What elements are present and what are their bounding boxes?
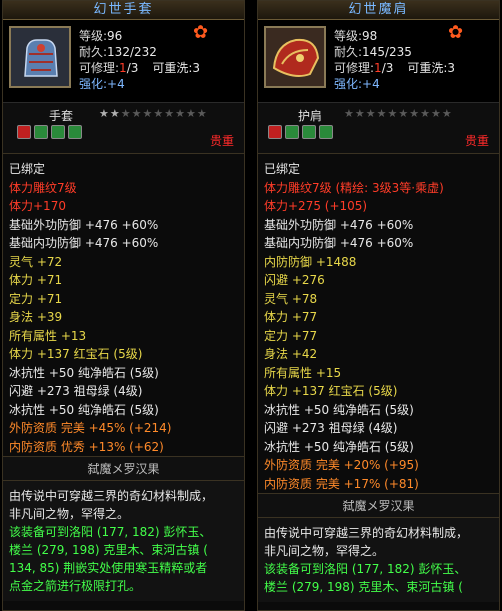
attribute-line: 外防资质 完美 +20% (+95) bbox=[264, 458, 419, 472]
item-socket-row: 手套 ★★★★★★★★★★ 贵重 bbox=[3, 102, 244, 153]
set-name: 弑魔メ罗汉果 bbox=[3, 456, 244, 480]
item-durability: 132/232 bbox=[107, 45, 157, 59]
set-name: 弑魔メ罗汉果 bbox=[258, 493, 499, 517]
attribute-line: 基础外功防御 +476 +60% bbox=[264, 217, 414, 232]
item-tooltip-gloves: 幻世手套 等级:96 耐久:132/232 可修理:1/3 可重洗:3 强化:+4… bbox=[2, 0, 245, 611]
attribute-line: 定力 +77 bbox=[264, 328, 318, 343]
item-title: 幻世魔肩 bbox=[258, 1, 499, 20]
item-stats: 等级:98 耐久:145/235 可修理:1/3 可重洗:3 强化:+4 bbox=[334, 29, 456, 91]
item-header: 等级:98 耐久:145/235 可修理:1/3 可重洗:3 强化:+4 ✿ bbox=[258, 20, 499, 102]
item-repair-count: 1 bbox=[119, 61, 127, 75]
item-tooltip-pauldrons: 幻世魔肩 等级:98 耐久:145/235 可修理:1/3 可重洗:3 强化:+4… bbox=[257, 0, 500, 611]
item-header: 等级:96 耐久:132/232 可修理:1/3 可重洗:3 强化:+4 ✿ bbox=[3, 20, 244, 102]
bound-status: 已绑定 bbox=[264, 162, 301, 176]
item-enhance: +4 bbox=[107, 77, 125, 91]
attribute-line: 基础内功防御 +476 +60% bbox=[9, 236, 159, 250]
attribute-lines: 体力雕纹7级 体力+170 基础外功防御 +476 +60% 基础内功防御 +476 … bbox=[9, 179, 238, 457]
emerald-gem-icon bbox=[285, 125, 299, 139]
item-socket-row: 护肩 ★★★★★★★★★★ 贵重 bbox=[258, 102, 499, 153]
attribute-line: 体力 +71 bbox=[9, 273, 63, 287]
attribute-line: 冰抗性 +50 纯净皓石 (5级) bbox=[9, 402, 159, 417]
gem-sockets bbox=[268, 125, 333, 139]
item-description: 由传说中可穿越三界的奇幻材料制成， 非凡间之物，罕得之。该装备可到洛阳 (177,… bbox=[3, 480, 244, 601]
attribute-list: 已绑定 体力雕纹7级 (精绘: 3级3等·乘虚) 体力+275 (+105) 基础外… bbox=[258, 153, 499, 493]
gem-sockets bbox=[17, 125, 82, 139]
attribute-line: 体力+275 (+105) bbox=[264, 199, 368, 213]
description-line: 点金之箭进行极限打孔。 bbox=[9, 579, 142, 593]
attribute-list: 已绑定 体力雕纹7级 体力+170 基础外功防御 +476 +60% 基础内功防御 +… bbox=[3, 153, 244, 456]
rarity-label: 贵重 bbox=[464, 134, 489, 148]
attribute-line: 身法 +42 bbox=[264, 347, 318, 361]
rarity-label: 贵重 bbox=[209, 134, 234, 148]
pauldron-icon bbox=[264, 26, 326, 88]
emerald-gem-icon bbox=[34, 125, 48, 139]
attribute-line: 基础内功防御 +476 +60% bbox=[264, 236, 414, 250]
attribute-line: 内防防御 +1488 bbox=[264, 254, 357, 269]
fire-emblem-icon: ✿ bbox=[193, 22, 209, 43]
item-level: 98 bbox=[362, 29, 378, 43]
item-reforge: 可重洗:3 bbox=[407, 61, 456, 75]
attribute-line: 闪避 +273 祖母绿 (4级) bbox=[9, 384, 143, 398]
attribute-line: 内防资质 优秀 +13% (+62) bbox=[9, 439, 164, 454]
item-description: 由传说中可穿越三界的奇幻材料制成， 非凡间之物，罕得之。该装备可到洛阳 (177,… bbox=[258, 517, 499, 602]
attribute-line: 外防资质 完美 +45% (+214) bbox=[9, 421, 172, 435]
description-line: 楼兰 (279, 198) 克里木、束河古镇 ( bbox=[9, 543, 208, 557]
ruby-gem-icon bbox=[17, 125, 31, 139]
attribute-line: 冰抗性 +50 纯净皓石 (5级) bbox=[9, 365, 159, 380]
description-line: 该装备可到洛阳 (177, 182) 彭怀玉、 bbox=[264, 562, 467, 576]
attribute-line: 体力雕纹7级 (精绘: 3级3等·乘虚) bbox=[264, 180, 444, 195]
description-line: 由传说中可穿越三界的奇幻材料制成， bbox=[264, 526, 469, 540]
attribute-line: 体力雕纹7级 bbox=[9, 180, 77, 195]
description-line: 非凡间之物，罕得之。 bbox=[9, 507, 130, 521]
attribute-line: 内防资质 完美 +17% (+81) bbox=[264, 476, 419, 491]
attribute-line: 冰抗性 +50 纯净皓石 (5级) bbox=[264, 439, 414, 454]
emerald-gem-icon bbox=[51, 125, 65, 139]
emerald-gem-icon bbox=[68, 125, 82, 139]
emerald-gem-icon bbox=[302, 125, 316, 139]
attribute-line: 定力 +71 bbox=[9, 291, 63, 306]
attribute-lines: 体力雕纹7级 (精绘: 3级3等·乘虚) 体力+275 (+105) 基础外功防御 … bbox=[264, 179, 493, 494]
item-level: 96 bbox=[107, 29, 123, 43]
item-type: 手套 bbox=[49, 109, 74, 123]
attribute-line: 闪避 +276 bbox=[264, 273, 325, 287]
attribute-line: 冰抗性 +50 纯净皓石 (5级) bbox=[264, 402, 414, 417]
item-stats: 等级:96 耐久:132/232 可修理:1/3 可重洗:3 强化:+4 bbox=[79, 29, 201, 91]
description-line: 由传说中可穿越三界的奇幻材料制成， bbox=[9, 489, 214, 503]
attribute-line: 体力+170 bbox=[9, 199, 66, 213]
attribute-line: 灵气 +72 bbox=[9, 254, 63, 269]
star-rating: ★★★★★★★★★★ bbox=[99, 107, 208, 120]
attribute-line: 所有属性 +15 bbox=[264, 365, 342, 380]
description-line: 该装备可到洛阳 (177, 182) 彭怀玉、 bbox=[9, 525, 212, 539]
star-rating: ★★★★★★★★★★ bbox=[344, 107, 453, 120]
fire-emblem-icon: ✿ bbox=[448, 22, 464, 43]
ruby-gem-icon bbox=[268, 125, 282, 139]
attribute-line: 身法 +39 bbox=[9, 310, 63, 324]
attribute-line: 基础外功防御 +476 +60% bbox=[9, 217, 159, 232]
description-line: 134, 85) 荆嵌实处使用寒玉精粹或者 bbox=[9, 561, 208, 575]
item-durability: 145/235 bbox=[362, 45, 412, 59]
item-reforge: 可重洗:3 bbox=[152, 61, 201, 75]
item-enhance: +4 bbox=[362, 77, 380, 91]
item-type: 护肩 bbox=[298, 109, 323, 123]
attribute-line: 体力 +137 红宝石 (5级) bbox=[264, 384, 398, 398]
item-repair-count: 1 bbox=[374, 61, 382, 75]
attribute-line: 灵气 +78 bbox=[264, 291, 318, 306]
gloves-icon bbox=[9, 26, 71, 88]
item-title: 幻世手套 bbox=[3, 1, 244, 20]
description-line: 非凡间之物，罕得之。 bbox=[264, 544, 385, 558]
emerald-gem-icon bbox=[319, 125, 333, 139]
attribute-line: 所有属性 +13 bbox=[9, 328, 87, 343]
attribute-line: 体力 +77 bbox=[264, 310, 318, 324]
attribute-line: 体力 +137 红宝石 (5级) bbox=[9, 347, 143, 361]
bound-status: 已绑定 bbox=[9, 162, 46, 176]
attribute-line: 闪避 +273 祖母绿 (4级) bbox=[264, 421, 398, 435]
description-line: 楼兰 (279, 198) 克里木、束河古镇 ( bbox=[264, 580, 463, 594]
